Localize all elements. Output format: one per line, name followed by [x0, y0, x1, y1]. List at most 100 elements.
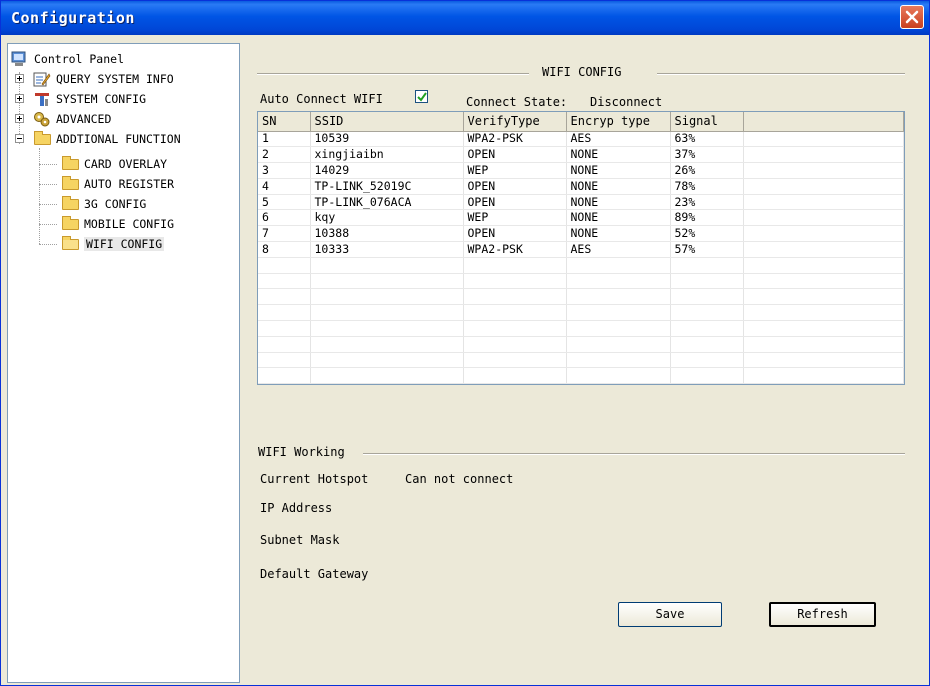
connect-state-value: Disconnect — [590, 95, 663, 109]
wifi-network-list[interactable]: SN SSID VerifyType Encryp type Signal 1 … — [257, 111, 905, 385]
gears-icon — [33, 111, 51, 127]
cell-encryp-type: NONE — [566, 225, 671, 243]
cell-sn: 6 — [258, 209, 311, 227]
tree-item-auto-register[interactable]: AUTO REGISTER — [61, 175, 174, 193]
open-folder-icon — [61, 236, 79, 252]
tree-item-label: CARD OVERLAY — [84, 157, 168, 171]
tree-item-label: MOBILE CONFIG — [84, 217, 175, 231]
tree-item-query-system-info[interactable]: QUERY SYSTEM INFO — [33, 70, 174, 88]
cell-verify-type: WEP — [463, 162, 567, 179]
close-button[interactable] — [900, 5, 924, 29]
tree-item-label: AUTO REGISTER — [84, 177, 175, 191]
edit-document-icon — [33, 71, 51, 87]
table-row[interactable]: 4 TP-LINK_52019C OPEN NONE 78% — [258, 178, 904, 195]
cell-ssid: 14029 — [310, 162, 464, 179]
auto-connect-label: Auto Connect WIFI — [260, 92, 383, 106]
folder-icon — [61, 196, 79, 212]
ip-address-label: IP Address — [260, 501, 333, 515]
current-hotspot-value: Can not connect — [405, 472, 514, 486]
tree-item-label: ADVANCED — [56, 112, 112, 126]
group-divider — [257, 73, 529, 75]
cell-encryp-type: NONE — [566, 146, 671, 164]
window-title: Configuration — [11, 9, 135, 27]
collapse-toggle-additional[interactable] — [15, 134, 24, 143]
tree-item-label: 3G CONFIG — [84, 197, 147, 211]
cell-verify-type: WEP — [463, 209, 567, 227]
folder-icon — [61, 156, 79, 172]
cell-ssid: xingjiaibn — [310, 146, 464, 164]
tree-item-system-config[interactable]: SYSTEM CONFIG — [33, 90, 146, 108]
expand-toggle-system[interactable] — [15, 94, 24, 103]
empty-row — [258, 273, 904, 290]
cell-verify-type: WPA2-PSK — [463, 241, 567, 258]
tools-icon — [33, 91, 51, 107]
empty-row — [258, 320, 904, 337]
tree-root-label: Control Panel — [34, 52, 125, 66]
current-hotspot-label: Current Hotspot — [260, 472, 369, 486]
table-row[interactable]: 3 14029 WEP NONE 26% — [258, 162, 904, 179]
cell-encryp-type: NONE — [566, 209, 671, 227]
cell-signal: 89% — [670, 209, 744, 227]
column-header-empty — [743, 112, 904, 132]
cell-sn: 1 — [258, 131, 311, 148]
tree-item-mobile-config[interactable]: MOBILE CONFIG — [61, 215, 174, 233]
tree-item-3g-config[interactable]: 3G CONFIG — [61, 195, 146, 213]
cell-signal: 78% — [670, 178, 744, 195]
empty-row — [258, 304, 904, 322]
table-row[interactable]: 8 10333 WPA2-PSK AES 57% — [258, 241, 904, 258]
checkmark-icon — [417, 92, 427, 102]
column-header-sn[interactable]: SN — [258, 112, 311, 132]
cell-encryp-type: AES — [566, 131, 671, 148]
column-header-signal[interactable]: Signal — [670, 112, 744, 132]
empty-row — [258, 367, 904, 384]
wifi-working-group-title: WIFI Working — [258, 445, 345, 459]
cell-sn: 5 — [258, 194, 311, 211]
empty-row — [258, 288, 904, 306]
cell-signal: 37% — [670, 146, 744, 164]
cell-ssid: 10388 — [310, 225, 464, 243]
cell-signal: 63% — [670, 131, 744, 148]
save-button[interactable]: Save — [618, 602, 722, 627]
cell-signal: 52% — [670, 225, 744, 243]
tree-item-label: QUERY SYSTEM INFO — [56, 72, 174, 86]
table-row[interactable]: 7 10388 OPEN NONE 52% — [258, 225, 904, 243]
expand-toggle-advanced[interactable] — [15, 114, 24, 123]
wifi-config-group-title: WIFI CONFIG — [542, 65, 622, 79]
group-divider — [657, 73, 905, 75]
column-header-verify-type[interactable]: VerifyType — [463, 112, 567, 132]
tree-item-label: SYSTEM CONFIG — [56, 92, 147, 106]
cell-sn: 3 — [258, 162, 311, 179]
default-gateway-label: Default Gateway — [260, 567, 369, 581]
cell-sn: 8 — [258, 241, 311, 258]
cell-ssid: 10333 — [310, 241, 464, 258]
tree-item-label-selected: WIFI CONFIG — [84, 237, 165, 251]
table-row[interactable]: 1 10539 WPA2-PSK AES 63% — [258, 131, 904, 148]
auto-connect-checkbox[interactable] — [415, 90, 428, 103]
column-header-encryp-type[interactable]: Encryp type — [566, 112, 671, 132]
tree-item-advanced[interactable]: ADVANCED — [33, 110, 111, 128]
tree-item-wifi-config[interactable]: WIFI CONFIG — [61, 235, 165, 253]
cell-ssid: 10539 — [310, 131, 464, 148]
table-row[interactable]: 5 TP-LINK_076ACA OPEN NONE 23% — [258, 194, 904, 211]
subnet-mask-label: Subnet Mask — [260, 533, 340, 547]
cell-verify-type: OPEN — [463, 146, 567, 164]
cell-ssid: kqy — [310, 209, 464, 227]
refresh-button[interactable]: Refresh — [769, 602, 876, 627]
control-panel-tree[interactable]: Control Panel QUERY SYSTEM INFO SYSTEM C… — [7, 43, 240, 683]
cell-verify-type: OPEN — [463, 194, 567, 211]
tree-root-control-panel[interactable]: Control Panel — [11, 50, 124, 68]
cell-verify-type: WPA2-PSK — [463, 131, 567, 148]
empty-row — [258, 336, 904, 353]
folder-icon — [61, 176, 79, 192]
table-row[interactable]: 6 kqy WEP NONE 89% — [258, 209, 904, 227]
cell-signal: 23% — [670, 194, 744, 211]
expand-toggle-query[interactable] — [15, 74, 24, 83]
cell-sn: 2 — [258, 146, 311, 164]
title-bar[interactable]: Configuration — [1, 1, 929, 35]
cell-verify-type: OPEN — [463, 178, 567, 195]
group-divider — [363, 453, 905, 455]
column-header-ssid[interactable]: SSID — [310, 112, 464, 132]
table-row[interactable]: 2 xingjiaibn OPEN NONE 37% — [258, 146, 904, 164]
tree-item-additional-function[interactable]: ADDTIONAL FUNCTION — [33, 130, 181, 148]
tree-item-card-overlay[interactable]: CARD OVERLAY — [61, 155, 167, 173]
